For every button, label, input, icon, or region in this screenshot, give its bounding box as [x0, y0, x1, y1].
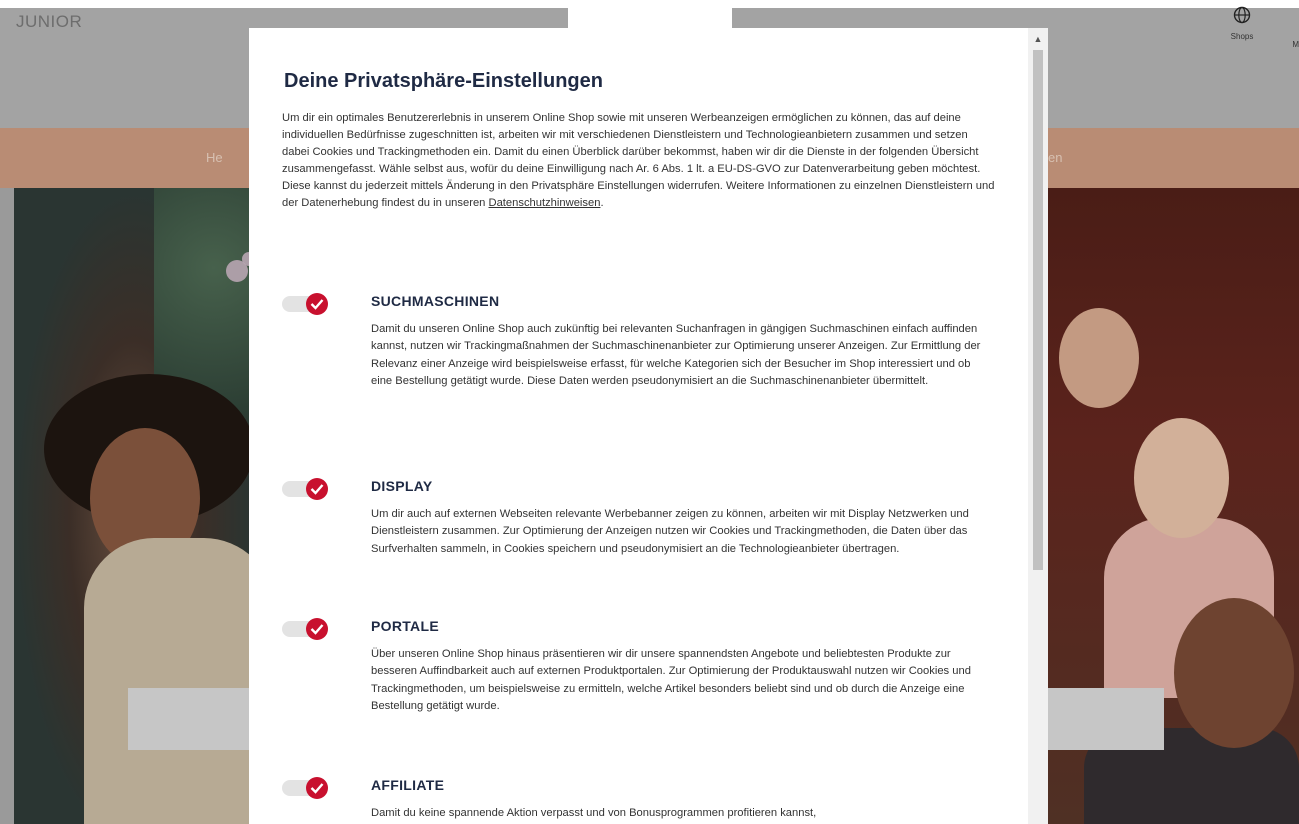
- nav-item-left[interactable]: He: [206, 150, 223, 165]
- shops-label: Shops: [1230, 32, 1254, 41]
- toggle-suchmaschinen[interactable]: [282, 293, 334, 315]
- toggle-affiliate[interactable]: [282, 777, 334, 799]
- modal-content[interactable]: Deine Privatsphäre-Einstellungen Um dir …: [249, 28, 1029, 824]
- section-text: Damit du unseren Online Shop auch zukünf…: [371, 323, 981, 388]
- intro-end: .: [600, 197, 604, 209]
- shops-link[interactable]: Shops: [1227, 6, 1257, 41]
- toggle-display[interactable]: [282, 478, 334, 500]
- section-text: Über unseren Online Shop hinaus präsenti…: [371, 648, 971, 713]
- intro-body: Um dir ein optimales Benutzererlebnis in…: [282, 112, 995, 209]
- check-icon: [310, 624, 324, 635]
- privacy-policy-link[interactable]: Datenschutzhinweisen: [489, 197, 601, 209]
- section-text: Um dir auch auf externen Webseiten relev…: [371, 508, 969, 555]
- nav-item-right[interactable]: en: [1048, 150, 1062, 165]
- intro-text: Um dir ein optimales Benutzererlebnis in…: [282, 110, 995, 212]
- check-icon: [310, 299, 324, 310]
- chevron-up-icon[interactable]: ▲: [1028, 32, 1048, 46]
- section-title: AFFILIATE: [371, 777, 445, 793]
- header-tab: [568, 8, 732, 30]
- scrollbar-thumb[interactable]: [1033, 50, 1043, 570]
- section-title: DISPLAY: [371, 478, 433, 494]
- section-title: PORTALE: [371, 618, 439, 634]
- site-logo[interactable]: JUNIOR: [16, 12, 82, 32]
- top-strip: [0, 0, 1299, 8]
- check-icon: [310, 484, 324, 495]
- privacy-settings-modal: Deine Privatsphäre-Einstellungen Um dir …: [249, 28, 1048, 824]
- toggle-portale[interactable]: [282, 618, 334, 640]
- modal-scrollbar[interactable]: ▲: [1028, 28, 1048, 824]
- section-title: SUCHMASCHINEN: [371, 293, 500, 309]
- section-text: Damit du keine spannende Aktion verpasst…: [371, 807, 817, 819]
- check-icon: [310, 783, 324, 794]
- more-label[interactable]: M: [1292, 40, 1299, 49]
- modal-title: Deine Privatsphäre-Einstellungen: [284, 70, 603, 92]
- globe-icon: [1233, 6, 1251, 24]
